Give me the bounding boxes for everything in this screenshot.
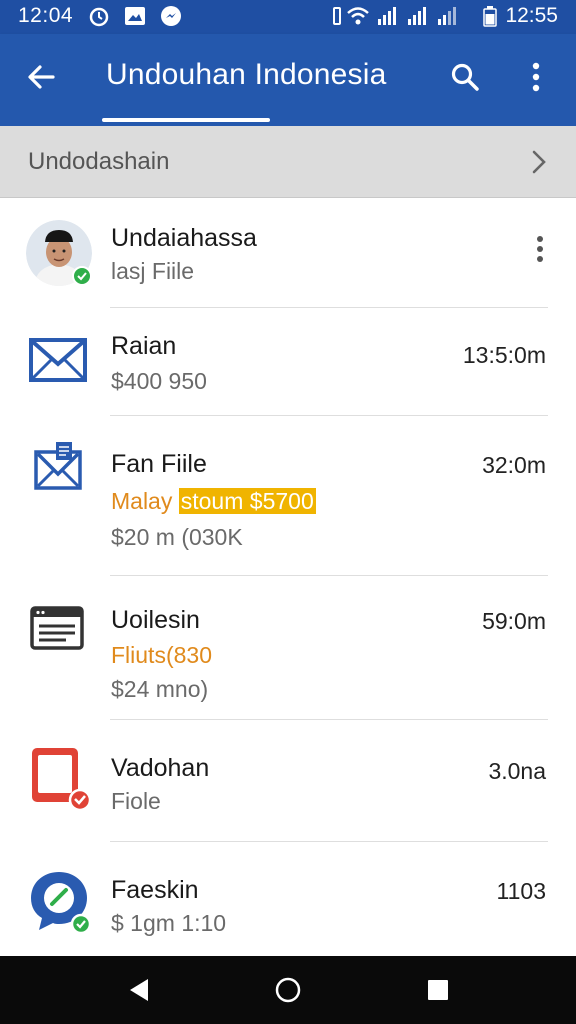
item-title: Raian: [111, 332, 177, 360]
item-title: Fan Fiile: [111, 450, 207, 478]
item-subtitle: $ 1gm 1:10: [111, 910, 227, 936]
app-title: Undouhan Indonesia: [106, 58, 387, 91]
more-vert-icon[interactable]: [524, 60, 548, 94]
nav-back-icon[interactable]: [126, 976, 154, 1004]
signal-icon: [378, 7, 396, 25]
item-subtitle: $20 m (030K: [111, 524, 243, 550]
item-accent: Fliuts(830: [111, 642, 212, 668]
item-subtitle: $400 950: [111, 368, 207, 394]
back-arrow-icon[interactable]: [26, 62, 56, 92]
system-nav-bar: [0, 956, 576, 1024]
item-title: Vadohan: [111, 754, 210, 782]
messenger-icon: [161, 6, 181, 26]
online-check-icon: [72, 266, 92, 286]
list-item[interactable]: Fan Fiile Malay stoum $5700 $20 m (030K …: [0, 416, 576, 576]
item-subtitle: lasj Fiile: [111, 258, 195, 284]
mail-icon: [29, 338, 87, 382]
list-item[interactable]: Raian $400 950 13:5:0m: [0, 308, 576, 416]
section-header[interactable]: Undodashain: [0, 126, 576, 198]
item-time: 3.0na: [488, 758, 546, 784]
item-title: Undaiahassa: [111, 224, 257, 252]
item-time: 59:0m: [482, 608, 546, 634]
item-time: 1103: [496, 878, 546, 904]
document-list-icon: [30, 606, 84, 650]
red-app-icon: [32, 748, 92, 810]
image-icon: [125, 7, 145, 25]
battery-icon: [483, 6, 497, 27]
wifi-icon: [347, 7, 369, 25]
list-item[interactable]: Undaiahassa lasj Fiile: [0, 198, 576, 308]
item-accent-highlight: stoum $5700: [178, 488, 316, 514]
list-item[interactable]: Uoilesin Fliuts(830 $24 mno) 59:0m: [0, 576, 576, 720]
chevron-right-icon: [532, 150, 546, 174]
signal-icon-2: [408, 7, 426, 25]
status-time-left: 12:04: [18, 4, 74, 27]
section-label: Undodashain: [28, 148, 170, 175]
list-item[interactable]: Vadohan Fiole 3.0na: [0, 720, 576, 842]
vibrate-icon: [333, 7, 341, 25]
item-more-icon[interactable]: [530, 234, 550, 264]
nav-home-icon[interactable]: [274, 976, 302, 1004]
alarm-icon: [89, 7, 109, 27]
list-item[interactable]: Faeskin $ 1gm 1:10 1103: [0, 842, 576, 956]
mail-attachment-icon: [34, 442, 82, 490]
item-subtitle: Fiole: [111, 788, 161, 814]
item-title: Uoilesin: [111, 606, 200, 634]
item-subtitle: $24 mno): [111, 676, 209, 702]
chat-bubble-icon: [31, 872, 92, 934]
title-underline: [102, 118, 270, 122]
item-time: 13:5:0m: [462, 342, 546, 368]
item-accent: Malay stoum $5700: [111, 488, 316, 515]
app-bar: Undouhan Indonesia: [0, 34, 576, 126]
nav-recents-icon[interactable]: [424, 976, 452, 1004]
status-time-right: 12:55: [505, 4, 558, 27]
status-bar: 12:04 12:55: [0, 0, 576, 34]
search-icon[interactable]: [450, 62, 480, 92]
item-accent-text: Malay: [111, 488, 173, 514]
item-title: Faeskin: [111, 876, 199, 904]
item-time: 32:0m: [482, 452, 546, 478]
signal-icon-3: [438, 7, 456, 25]
